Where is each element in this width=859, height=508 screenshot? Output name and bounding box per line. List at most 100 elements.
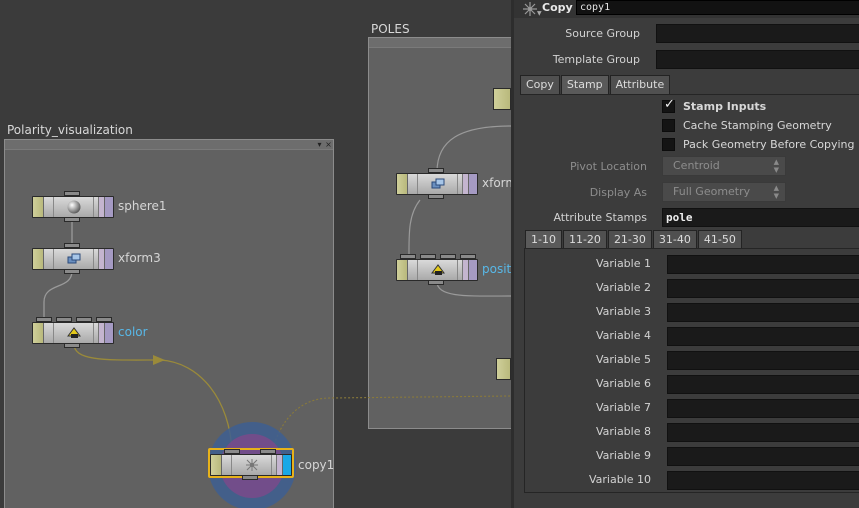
tab-vars-31-40[interactable]: 31-40 xyxy=(652,230,697,249)
variable-field[interactable] xyxy=(667,351,859,370)
pivot-location-label: Pivot Location xyxy=(569,160,647,173)
wire-poles-copy xyxy=(271,395,511,453)
display-as-menu[interactable]: Full Geometry ▲ ▼ xyxy=(662,182,786,202)
tab-vars-41-50[interactable]: 41-50 xyxy=(697,230,742,249)
tab-vars-21-30[interactable]: 21-30 xyxy=(607,230,652,249)
stamp-inputs-toggle[interactable]: ✓ Stamp Inputs xyxy=(662,97,767,114)
tab-divider xyxy=(520,94,859,95)
output-port[interactable] xyxy=(428,280,444,285)
bypass-flag[interactable] xyxy=(397,260,408,280)
copy-icon xyxy=(246,459,258,471)
variable-label: Variable 5 xyxy=(595,353,651,366)
output-port[interactable] xyxy=(64,217,80,222)
node-label: sphere1 xyxy=(118,199,167,213)
variable-field[interactable] xyxy=(667,399,859,418)
template-group-field[interactable] xyxy=(656,50,859,69)
node-body[interactable] xyxy=(396,259,478,281)
output-port[interactable] xyxy=(242,475,258,480)
wire-xform-color xyxy=(43,270,73,320)
variable-field[interactable] xyxy=(667,423,859,442)
display-flag[interactable] xyxy=(282,455,291,475)
transform-icon xyxy=(67,253,81,264)
node-stub[interactable] xyxy=(496,358,511,380)
variables-panel: Variable 1 Variable 2 Variable 3 Variable 4… xyxy=(524,248,859,493)
output-port[interactable] xyxy=(428,194,444,199)
updown-arrows-icon: ▲ ▼ xyxy=(773,184,779,200)
variable-field[interactable] xyxy=(667,375,859,394)
main-tabs: Copy Stamp Attribute xyxy=(520,75,671,94)
attribute-stamps-label: Attribute Stamps xyxy=(553,211,647,224)
attribute-stamps-field[interactable]: pole xyxy=(662,208,859,227)
display-flag[interactable] xyxy=(104,323,113,343)
variable-label: Variable 8 xyxy=(595,425,651,438)
bypass-flag[interactable] xyxy=(33,249,44,269)
variable-label: Variable 3 xyxy=(595,305,651,318)
copy-icon[interactable] xyxy=(522,1,538,17)
color-icon xyxy=(431,264,445,275)
node-body[interactable] xyxy=(210,454,292,476)
node-body[interactable] xyxy=(32,196,114,218)
tab-attribute[interactable]: Attribute xyxy=(609,75,671,94)
stamp-inputs-label: Stamp Inputs xyxy=(683,99,767,113)
bypass-flag[interactable] xyxy=(211,455,222,475)
pivot-location-menu[interactable]: Centroid ▲ ▼ xyxy=(662,156,786,176)
color-icon xyxy=(67,327,81,338)
node-name-field[interactable]: copy1 xyxy=(576,0,859,15)
tab-vars-11-20[interactable]: 11-20 xyxy=(562,230,607,249)
operator-type: Copy xyxy=(542,1,573,14)
variable-label: Variable 7 xyxy=(595,401,651,414)
chevron-down-icon[interactable]: ▼ xyxy=(537,10,542,17)
variable-label: Variable 9 xyxy=(595,449,651,462)
updown-arrows-icon: ▲ ▼ xyxy=(773,158,779,174)
node-label: xform3 xyxy=(118,251,161,265)
sphere-icon xyxy=(67,200,81,214)
stamp-inputs-checkbox[interactable]: ✓ xyxy=(662,97,675,113)
display-as-label: Display As xyxy=(589,186,647,199)
cache-stamping-checkbox[interactable] xyxy=(662,118,675,132)
display-as-value: Full Geometry xyxy=(673,185,751,198)
cache-stamping-toggle[interactable]: Cache Stamping Geometry xyxy=(662,117,832,133)
display-flag[interactable] xyxy=(468,260,477,280)
tab-copy[interactable]: Copy xyxy=(520,75,560,94)
display-flag[interactable] xyxy=(104,249,113,269)
parameter-header: ▼ Copy copy1 xyxy=(514,0,859,18)
output-port[interactable] xyxy=(64,269,80,274)
variable-field[interactable] xyxy=(667,327,859,346)
wire-poles-3 xyxy=(436,281,511,297)
node-stub[interactable] xyxy=(493,88,511,110)
variable-label: Variable 10 xyxy=(588,473,651,486)
pack-geometry-checkbox[interactable] xyxy=(662,137,675,151)
bypass-flag[interactable] xyxy=(33,323,44,343)
output-port[interactable] xyxy=(64,343,80,348)
pack-geometry-toggle[interactable]: Pack Geometry Before Copying xyxy=(662,136,855,152)
variable-tabs: 1-10 11-20 21-30 31-40 41-50 xyxy=(525,230,743,249)
node-label: copy1 xyxy=(298,458,335,472)
transform-icon xyxy=(431,178,445,189)
bypass-flag[interactable] xyxy=(397,174,408,194)
template-group-label: Template Group xyxy=(552,53,640,66)
variable-field[interactable] xyxy=(667,447,859,466)
wire-poles-2 xyxy=(408,199,421,259)
bypass-flag[interactable] xyxy=(33,197,44,217)
node-label: xform xyxy=(482,176,511,190)
variable-label: Variable 4 xyxy=(595,329,651,342)
variable-field[interactable] xyxy=(667,471,859,490)
variable-field[interactable] xyxy=(667,279,859,298)
variable-field[interactable] xyxy=(667,303,859,322)
network-editor[interactable]: Polarity_visualization ▾ × POLES sphere1… xyxy=(0,0,511,508)
node-label: posit xyxy=(482,262,511,276)
variable-field[interactable] xyxy=(667,255,859,274)
node-body[interactable] xyxy=(396,173,478,195)
tab-stamp[interactable]: Stamp xyxy=(560,75,609,94)
display-flag[interactable] xyxy=(468,174,477,194)
tab-vars-1-10[interactable]: 1-10 xyxy=(525,230,562,249)
variable-label: Variable 6 xyxy=(595,377,651,390)
node-body[interactable] xyxy=(32,248,114,270)
node-label: color xyxy=(118,325,148,339)
wire-arrow xyxy=(153,355,165,365)
source-group-label: Source Group xyxy=(565,27,640,40)
display-flag[interactable] xyxy=(104,197,113,217)
wire-poles-1 xyxy=(436,125,511,173)
source-group-field[interactable] xyxy=(656,24,859,43)
node-body[interactable] xyxy=(32,322,114,344)
